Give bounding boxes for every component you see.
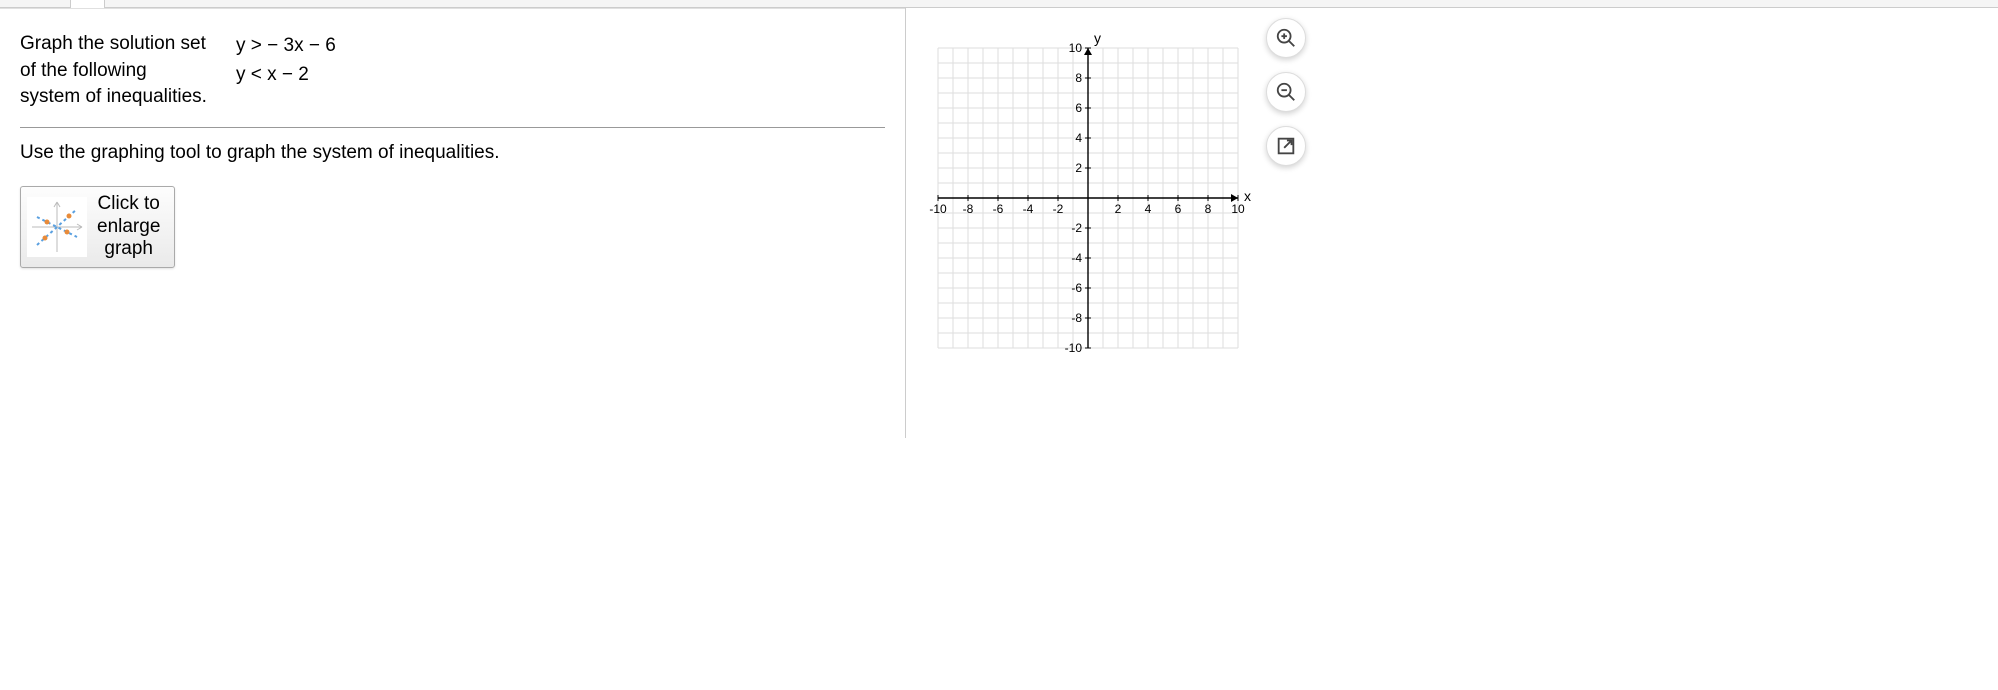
svg-text:-6: -6: [1071, 281, 1082, 295]
popout-icon: [1275, 135, 1297, 157]
graph-panel: -10 -8 -6 -4 -2 2 4 6 8 10 -10 -8 -6 -4 -2 2 4 6 8 10 y x: [906, 8, 1998, 438]
popout-button[interactable]: [1266, 126, 1306, 166]
svg-text:-8: -8: [1071, 311, 1082, 325]
svg-text:8: 8: [1075, 71, 1082, 85]
svg-text:-2: -2: [1071, 221, 1082, 235]
svg-text:10: 10: [1231, 202, 1245, 216]
enlarge-line: graph: [97, 238, 160, 261]
zoom-in-button[interactable]: [1266, 18, 1306, 58]
svg-text:8: 8: [1205, 202, 1212, 216]
question-line: Graph the solution set: [20, 31, 228, 58]
svg-text:4: 4: [1145, 202, 1152, 216]
svg-text:-2: -2: [1053, 202, 1064, 216]
content-area: Graph the solution set of the following …: [0, 8, 1998, 438]
svg-text:-8: -8: [963, 202, 974, 216]
coordinate-graph[interactable]: -10 -8 -6 -4 -2 2 4 6 8 10 -10 -8 -6 -4 -2 2 4 6 8 10 y x: [918, 28, 1258, 368]
svg-text:-4: -4: [1023, 202, 1034, 216]
svg-text:10: 10: [1069, 41, 1083, 55]
graph-tools: [1266, 18, 1306, 166]
zoom-in-icon: [1275, 27, 1297, 49]
top-bar: [0, 0, 1998, 8]
enlarge-graph-label: Click to enlarge graph: [97, 193, 160, 261]
svg-text:2: 2: [1115, 202, 1122, 216]
inequality-2: y < x − 2: [236, 60, 336, 89]
question-inequalities: y > − 3x − 6 y < x − 2: [236, 31, 336, 90]
svg-text:-4: -4: [1071, 251, 1082, 265]
zoom-out-icon: [1275, 81, 1297, 103]
question-panel: Graph the solution set of the following …: [0, 8, 905, 438]
instruction-text: Use the graphing tool to graph the syste…: [20, 128, 905, 186]
graph-thumbnail-icon: [27, 197, 87, 257]
enlarge-line: Click to: [97, 193, 160, 216]
x-axis-label: x: [1244, 188, 1251, 204]
svg-text:4: 4: [1075, 131, 1082, 145]
svg-text:6: 6: [1175, 202, 1182, 216]
y-axis-label: y: [1094, 30, 1101, 46]
question-text: Graph the solution set of the following …: [20, 31, 885, 128]
question-stem: Graph the solution set of the following …: [20, 31, 228, 111]
inequality-1: y > − 3x − 6: [236, 31, 336, 60]
question-line: of the following: [20, 58, 228, 85]
svg-text:-6: -6: [993, 202, 1004, 216]
enlarge-graph-button[interactable]: Click to enlarge graph: [20, 186, 175, 268]
question-line: system of inequalities.: [20, 84, 228, 111]
zoom-out-button[interactable]: [1266, 72, 1306, 112]
svg-text:-10: -10: [1065, 341, 1083, 355]
svg-text:6: 6: [1075, 101, 1082, 115]
top-bar-tab: [70, 0, 105, 8]
svg-text:-10: -10: [929, 202, 947, 216]
enlarge-line: enlarge: [97, 216, 160, 239]
svg-text:2: 2: [1075, 161, 1082, 175]
